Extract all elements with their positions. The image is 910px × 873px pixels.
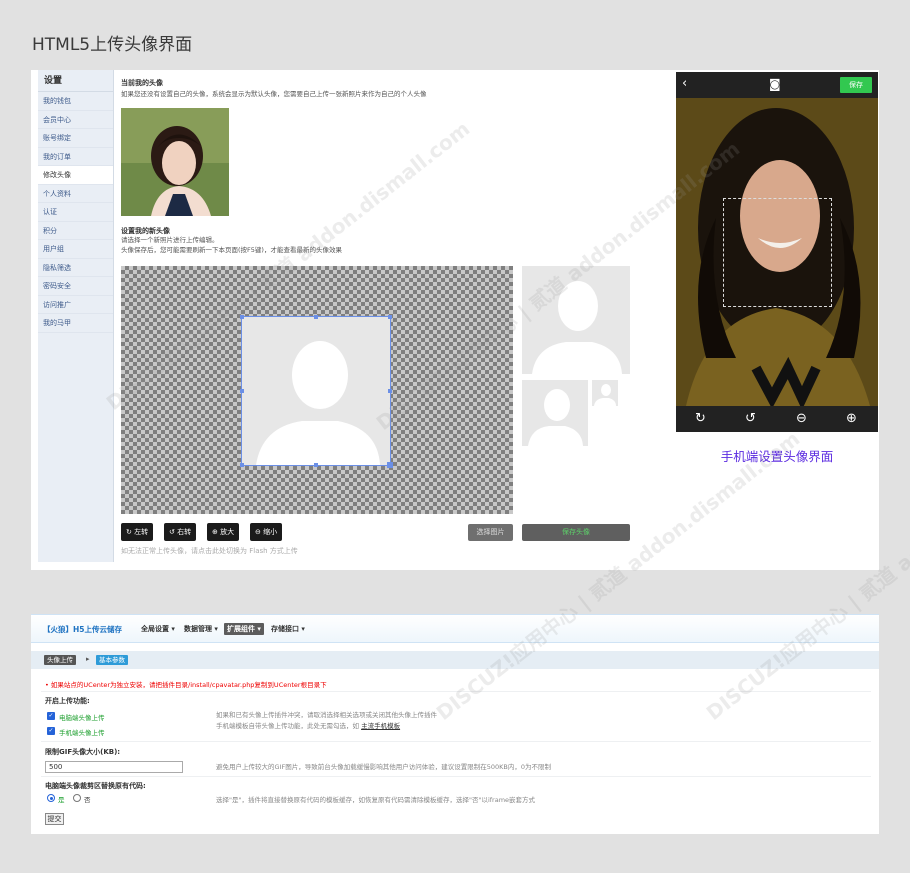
preview-large	[522, 266, 630, 374]
zoom-in-icon[interactable]: ⊕	[846, 412, 857, 425]
crop-handle[interactable]	[314, 315, 318, 319]
page-title: HTML5上传头像界面	[32, 35, 193, 55]
avatar-settings-panel: 设置 我的钱包 会员中心 账号绑定 我的订单 修改头像 个人资料 认证 积分 用…	[31, 70, 879, 570]
mobile-template-link[interactable]: 主流手机模板	[361, 722, 400, 730]
crop-handle[interactable]	[388, 389, 392, 393]
preview-medium	[522, 380, 588, 446]
sidebar-item-orders[interactable]: 我的订单	[38, 148, 113, 166]
rotate-left-icon[interactable]: ↺	[745, 412, 756, 425]
crop-handle[interactable]	[314, 463, 318, 467]
plugin-name: 【火狼】H5上传云储存	[43, 625, 122, 634]
sidebar-item-credits[interactable]: 积分	[38, 222, 113, 240]
upload-label: 开启上传功能:	[45, 697, 90, 705]
divider	[41, 691, 871, 692]
back-icon[interactable]: ‹	[682, 77, 687, 90]
divider	[41, 741, 871, 742]
new-avatar-desc-2: 头像保存后，您可能需要刷新一下本页面(按F5键)，才能查看最新的头像效果	[121, 246, 342, 254]
mobile-upload-label: 手机端头像上传	[59, 729, 105, 737]
sidebar-item-account-binding[interactable]: 账号绑定	[38, 129, 113, 148]
settings-sidebar: 设置 我的钱包 会员中心 账号绑定 我的订单 修改头像 个人资料 认证 积分 用…	[38, 70, 114, 562]
save-avatar-button[interactable]: 保存头像	[522, 524, 630, 541]
breadcrumb-basic-params[interactable]: 基本参数	[96, 655, 128, 665]
new-avatar-desc-1: 请选择一个新照片进行上传编辑。	[121, 236, 219, 244]
crop-handle[interactable]	[388, 315, 392, 319]
phone-crop-area[interactable]	[723, 198, 832, 307]
avatar-content: 当前我的头像 如果您还没有设置自己的头像，系统会显示为默认头像，您需要自己上传一…	[121, 78, 641, 254]
pc-upload-checkbox[interactable]: ✓	[47, 712, 55, 720]
camera-icon[interactable]: ◙	[769, 78, 781, 90]
breadcrumb-avatar-upload[interactable]: 头像上传	[44, 655, 76, 665]
zoom-out-icon[interactable]: ⊖	[796, 412, 807, 425]
ucenter-warning: • 如果站点的UCenter为独立安装，请把插件目录/install/cpava…	[45, 681, 327, 689]
sidebar-item-password[interactable]: 密码安全	[38, 277, 113, 296]
zoom-out-button[interactable]: ⊖ 缩小	[250, 523, 283, 541]
sidebar-item-member-center[interactable]: 会员中心	[38, 111, 113, 129]
default-avatar-icon	[532, 281, 622, 374]
admin-settings-panel: 【火狼】H5上传云储存 全局设置 ▾ 数据管理 ▾ 扩展组件 ▾ 存储接口 ▾ …	[31, 614, 879, 834]
sidebar-item-alias[interactable]: 我的马甲	[38, 314, 113, 333]
replace-code-label: 电脑端头像裁剪区替换原有代码:	[45, 782, 146, 790]
upload-note-2: 手机端模板自带头像上传功能，此处无需勾选，如 主流手机模板	[216, 722, 401, 730]
rotate-left-icon: ↻	[126, 528, 135, 536]
crop-area[interactable]	[240, 315, 393, 468]
rotate-right-icon[interactable]: ↻	[695, 412, 706, 425]
plugin-nav-bar: 【火狼】H5上传云储存 全局设置 ▾ 数据管理 ▾ 扩展组件 ▾ 存储接口 ▾	[31, 615, 879, 643]
zoom-out-icon: ⊖	[255, 528, 264, 536]
zoom-in-icon: ⊕	[212, 528, 221, 536]
sidebar-item-privacy[interactable]: 隐私筛选	[38, 259, 113, 277]
replace-no-label: 否	[84, 796, 91, 804]
submit-button[interactable]: 提交	[45, 813, 64, 825]
breadcrumb-arrow-icon: ▸	[86, 655, 90, 663]
phone-photo	[676, 98, 878, 406]
menu-extensions[interactable]: 扩展组件 ▾	[224, 623, 264, 635]
gif-size-label: 限制GIF头像大小(KB):	[45, 748, 121, 756]
default-avatar-icon	[256, 341, 380, 465]
phone-caption: 手机端设置头像界面	[720, 449, 834, 464]
gif-size-input[interactable]: 500	[45, 761, 183, 773]
default-avatar-icon	[594, 384, 616, 406]
default-avatar-icon	[528, 389, 583, 446]
rotate-right-button[interactable]: ↺ 右转	[164, 523, 197, 541]
avatar-crop-editor[interactable]	[121, 266, 513, 514]
current-avatar-image	[121, 108, 229, 216]
sidebar-item-verify[interactable]: 认证	[38, 203, 113, 222]
rotate-right-icon: ↺	[169, 528, 178, 536]
sidebar-item-wallet[interactable]: 我的钱包	[38, 92, 113, 111]
mobile-avatar-screen: ‹ ◙ 保存 ↻ ↺ ⊖ ⊕	[676, 72, 878, 432]
choose-image-button[interactable]: 选择图片	[468, 524, 513, 541]
divider	[41, 776, 871, 777]
phone-toolbar: ‹ ◙ 保存	[676, 72, 878, 98]
current-avatar-title: 当前我的头像	[121, 79, 163, 87]
crop-handle[interactable]	[240, 315, 244, 319]
zoom-in-button[interactable]: ⊕ 放大	[207, 523, 240, 541]
new-avatar-title: 设置我的新头像	[121, 227, 170, 235]
current-avatar-desc: 如果您还没有设置自己的头像，系统会显示为默认头像，您需要自己上传一张新照片来作为…	[121, 90, 427, 98]
sidebar-item-promotion[interactable]: 访问推广	[38, 296, 113, 314]
pc-upload-label: 电脑端头像上传	[59, 714, 105, 722]
flash-switch-link[interactable]: 如无法正常上传头像，请点击此处切换为 Flash 方式上传	[121, 546, 298, 556]
crop-handle[interactable]	[240, 463, 244, 467]
replace-yes-radio[interactable]	[47, 794, 55, 802]
replace-code-note: 选择"是"，插件将直接替换原有代码的模板缓存，如恢复原有代码需清除模板缓存，选择…	[216, 796, 536, 804]
sidebar-item-avatar[interactable]: 修改头像	[38, 166, 113, 185]
mobile-upload-checkbox[interactable]: ✓	[47, 727, 55, 735]
rotate-left-button[interactable]: ↻ 左转	[121, 523, 154, 541]
phone-save-button[interactable]: 保存	[840, 77, 872, 93]
sidebar-title: 设置	[38, 70, 113, 92]
crop-handle[interactable]	[387, 462, 393, 468]
replace-yes-label: 是	[58, 796, 65, 804]
gif-size-note: 避免用户上传较大的GIF图片，导致前台头像加载缓慢影响其他用户访问体验，建议设置…	[216, 763, 551, 771]
breadcrumb	[31, 651, 879, 669]
menu-storage[interactable]: 存储接口 ▾	[271, 624, 305, 634]
crop-handle[interactable]	[240, 389, 244, 393]
menu-global-settings[interactable]: 全局设置 ▾	[141, 624, 175, 634]
sidebar-item-usergroup[interactable]: 用户组	[38, 240, 113, 259]
preview-small	[592, 380, 618, 406]
replace-no-radio[interactable]	[73, 794, 81, 802]
sidebar-item-profile[interactable]: 个人资料	[38, 185, 113, 203]
menu-data-management[interactable]: 数据管理 ▾	[184, 624, 218, 634]
upload-note-1: 如果和已有头像上传插件冲突，请取消选择相关选项或关闭其他头像上传插件	[216, 711, 437, 719]
phone-bottom-toolbar: ↻ ↺ ⊖ ⊕	[676, 406, 878, 432]
